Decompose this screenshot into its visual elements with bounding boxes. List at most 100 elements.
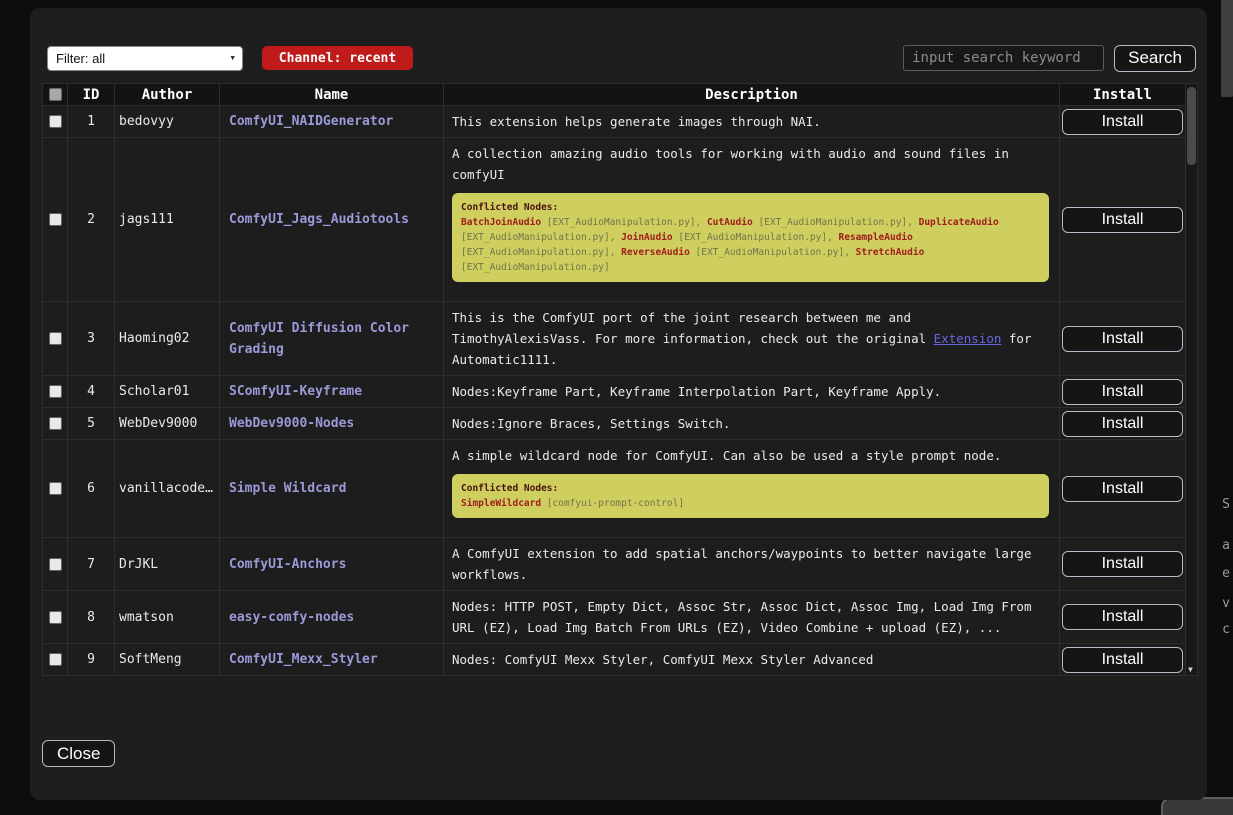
row-author: WebDev9000: [115, 408, 220, 440]
row-install-cell: Install: [1060, 302, 1186, 376]
node-name-link[interactable]: ComfyUI Diffusion Color Grading: [229, 321, 409, 357]
row-id: 7: [68, 538, 115, 591]
row-checkbox[interactable]: [49, 611, 62, 624]
row-checkbox[interactable]: [49, 385, 62, 398]
edge-letter: v: [1222, 596, 1230, 611]
scroll-down-arrow-icon[interactable]: ▼: [1188, 665, 1193, 674]
row-author: Haoming02: [115, 302, 220, 376]
row-description-cell: A ComfyUI extension to add spatial ancho…: [444, 538, 1060, 591]
filter-select[interactable]: Filter: all: [47, 46, 243, 71]
col-header-name: Name: [220, 84, 444, 106]
row-author: wmatson: [115, 591, 220, 644]
row-select-cell: [43, 302, 68, 376]
table-header-row: ID Author Name Description Install: [43, 84, 1186, 106]
close-button[interactable]: Close: [42, 740, 115, 767]
table-row: 6vanillacode314Simple WildcardA simple w…: [43, 440, 1186, 538]
row-install-cell: Install: [1060, 138, 1186, 302]
row-description-cell: This is the ComfyUI port of the joint re…: [444, 302, 1060, 376]
table-row: 10zcfrank1stComfyUI Yolov8Nodes: Yolov8D…: [43, 676, 1186, 677]
row-id: 2: [68, 138, 115, 302]
node-name-link[interactable]: WebDev9000-Nodes: [229, 416, 354, 431]
install-button[interactable]: Install: [1062, 379, 1183, 405]
table-body: 1bedovyyComfyUI_NAIDGeneratorThis extens…: [43, 106, 1186, 677]
row-name-cell: easy-comfy-nodes: [220, 591, 444, 644]
row-checkbox[interactable]: [49, 115, 62, 128]
install-button[interactable]: Install: [1062, 604, 1183, 630]
install-button[interactable]: Install: [1062, 647, 1183, 673]
row-install-cell: Install: [1060, 408, 1186, 440]
row-description-cell: A collection amazing audio tools for wor…: [444, 138, 1060, 302]
row-name-cell: ComfyUI_Jags_Audiotools: [220, 138, 444, 302]
col-header-author: Author: [115, 84, 220, 106]
row-checkbox[interactable]: [49, 417, 62, 430]
row-description-cell: A simple wildcard node for ComfyUI. Can …: [444, 440, 1060, 538]
row-description: Nodes: HTTP POST, Empty Dict, Assoc Str,…: [452, 596, 1051, 638]
conflict-node: DuplicateAudio: [919, 217, 999, 228]
install-button[interactable]: Install: [1062, 207, 1183, 233]
row-select-cell: [43, 644, 68, 676]
row-select-cell: [43, 440, 68, 538]
node-name-link[interactable]: ComfyUI_Jags_Audiotools: [229, 212, 409, 227]
node-name-link[interactable]: ComfyUI-Anchors: [229, 557, 346, 572]
row-description: Nodes:Ignore Braces, Settings Switch.: [452, 413, 1051, 434]
install-button[interactable]: Install: [1062, 326, 1183, 352]
conflict-source: [comfyui-prompt-control]: [541, 498, 684, 509]
table-row: 7DrJKLComfyUI-AnchorsA ComfyUI extension…: [43, 538, 1186, 591]
col-header-id: ID: [68, 84, 115, 106]
row-description: Nodes:Keyframe Part, Keyframe Interpolat…: [452, 381, 1051, 402]
row-id: 10: [68, 676, 115, 677]
row-description: A simple wildcard node for ComfyUI. Can …: [452, 445, 1051, 466]
row-checkbox[interactable]: [49, 332, 62, 345]
node-name-link[interactable]: Simple Wildcard: [229, 481, 346, 496]
select-all-checkbox[interactable]: [49, 88, 62, 101]
conflict-source: [EXT_AudioManipulation.py],: [690, 247, 856, 258]
search-input[interactable]: [903, 45, 1104, 71]
row-description-cell: Nodes: Yolov8Detection, Yolov8Segmentati…: [444, 676, 1060, 677]
row-name-cell: WebDev9000-Nodes: [220, 408, 444, 440]
row-checkbox[interactable]: [49, 558, 62, 571]
col-header-select: [43, 84, 68, 106]
row-id: 5: [68, 408, 115, 440]
table-scrollbar[interactable]: ▼: [1185, 83, 1198, 676]
row-id: 3: [68, 302, 115, 376]
row-author: jags111: [115, 138, 220, 302]
install-button[interactable]: Install: [1062, 109, 1183, 135]
install-button[interactable]: Install: [1062, 411, 1183, 437]
search-button[interactable]: Search: [1114, 45, 1196, 72]
table-row: 8wmatsoneasy-comfy-nodesNodes: HTTP POST…: [43, 591, 1186, 644]
node-name-link[interactable]: easy-comfy-nodes: [229, 610, 354, 625]
edge-letter: a: [1222, 538, 1230, 553]
conflict-source: [EXT_AudioManipulation.py]: [461, 262, 610, 273]
description-link[interactable]: Extension: [934, 331, 1002, 346]
row-name-cell: ComfyUI_NAIDGenerator: [220, 106, 444, 138]
row-name-cell: ComfyUI Yolov8: [220, 676, 444, 677]
row-description-cell: Nodes: HTTP POST, Empty Dict, Assoc Str,…: [444, 591, 1060, 644]
conflict-node: SimpleWildcard: [461, 498, 541, 509]
row-checkbox[interactable]: [49, 653, 62, 666]
conflict-box: Conflicted Nodes:BatchJoinAudio [EXT_Aud…: [452, 193, 1049, 282]
row-install-cell: Install: [1060, 644, 1186, 676]
conflict-node: JoinAudio: [621, 232, 672, 243]
row-id: 4: [68, 376, 115, 408]
row-description-cell: Nodes:Ignore Braces, Settings Switch.: [444, 408, 1060, 440]
row-checkbox[interactable]: [49, 482, 62, 495]
conflict-source: [EXT_AudioManipulation.py],: [461, 232, 621, 243]
row-checkbox[interactable]: [49, 213, 62, 226]
node-name-link[interactable]: ComfyUI_Mexx_Styler: [229, 652, 378, 667]
table-scrollbar-thumb[interactable]: [1187, 87, 1196, 165]
col-header-description: Description: [444, 84, 1060, 106]
install-button[interactable]: Install: [1062, 476, 1183, 502]
conflict-source: [EXT_AudioManipulation.py],: [753, 217, 919, 228]
node-name-link[interactable]: SComfyUI-Keyframe: [229, 384, 362, 399]
custom-nodes-table: ID Author Name Description Install 1bedo…: [42, 83, 1186, 676]
row-author: Scholar01: [115, 376, 220, 408]
node-name-link[interactable]: ComfyUI_NAIDGenerator: [229, 114, 393, 129]
edge-letter: c: [1222, 622, 1230, 637]
conflict-node: BatchJoinAudio: [461, 217, 541, 228]
install-button[interactable]: Install: [1062, 551, 1183, 577]
row-description: A collection amazing audio tools for wor…: [452, 143, 1051, 185]
row-author: zcfrank1st: [115, 676, 220, 677]
row-install-cell: Install: [1060, 538, 1186, 591]
page-scrollbar-thumb[interactable]: [1221, 0, 1233, 97]
conflict-node: StretchAudio: [856, 247, 925, 258]
